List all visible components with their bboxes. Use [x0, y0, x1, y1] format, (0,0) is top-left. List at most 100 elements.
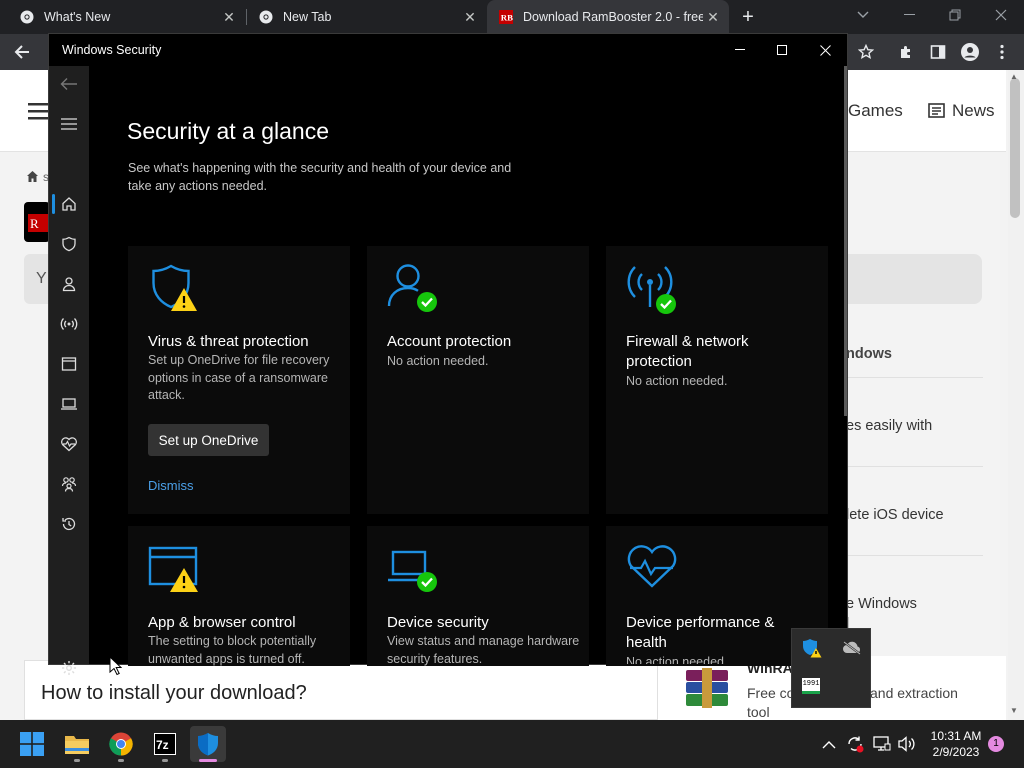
winrar-icon [684, 668, 730, 713]
setup-onedrive-button[interactable]: Set up OneDrive [148, 424, 269, 456]
wireless-icon[interactable] [49, 306, 89, 342]
history-icon[interactable] [49, 506, 89, 542]
show-hidden-icons-chevron[interactable] [822, 737, 836, 755]
browser-tab-new-tab[interactable]: New Tab ✕ [239, 0, 486, 34]
security-scrollbar[interactable] [844, 66, 847, 416]
page-title: Security at a glance [127, 118, 330, 144]
card-desc: No action needed. [387, 354, 489, 368]
nav-news-link[interactable]: News [952, 101, 995, 121]
svg-text:7z: 7z [156, 738, 169, 752]
card-title: Device performance & health [626, 614, 775, 651]
clock-date[interactable]: 2/9/2023 [926, 745, 986, 759]
page-subtitle: See what's happening with the security a… [128, 161, 512, 193]
sidebar-item-1[interactable]: es easily with [846, 418, 932, 434]
person-check-icon [387, 262, 439, 319]
window-title: Windows Security [62, 43, 162, 57]
side-panel-icon[interactable] [922, 34, 954, 70]
clock-time[interactable]: 10:31 AM [926, 729, 986, 743]
file-explorer-icon[interactable] [59, 726, 95, 762]
browser-warning-icon [148, 544, 200, 599]
antenna-check-icon [626, 262, 678, 319]
active-indicator [199, 759, 217, 762]
security-tray-warning-icon[interactable] [802, 638, 822, 663]
card-title: Firewall & network protection [626, 333, 749, 370]
heart-pulse-large-icon [626, 544, 678, 595]
browser-tab-whats-new[interactable]: What's New ✕ [0, 0, 245, 34]
winrar-desc-right: and extraction [870, 685, 958, 701]
rambooster-logo: R [24, 202, 50, 242]
sidebar-item-2[interactable]: lete iOS device [846, 507, 944, 523]
home-icon[interactable] [49, 186, 89, 222]
sidebar-section-heading: ndows [846, 346, 892, 362]
card-title: Virus & threat protection [148, 333, 309, 350]
scroll-up-arrow-icon[interactable]: ▲ [1010, 72, 1018, 81]
tab-search-chevron-icon[interactable] [840, 0, 886, 30]
chrome-icon [259, 10, 273, 24]
search-placeholder-fragment: Y [36, 270, 47, 287]
windows-security-icon[interactable] [190, 726, 226, 762]
news-icon [928, 102, 945, 124]
rambooster-tray-icon[interactable]: 1991 [802, 678, 820, 694]
person-icon[interactable] [49, 266, 89, 302]
profile-avatar-icon[interactable] [954, 34, 986, 70]
app-browser-icon[interactable] [49, 346, 89, 382]
page-scroll-thumb[interactable] [1010, 78, 1020, 218]
close-tab-icon[interactable]: ✕ [703, 9, 723, 26]
card-desc: Set up OneDrive for file recovery option… [148, 353, 330, 402]
site-hamburger-icon[interactable] [28, 102, 50, 125]
laptop-icon[interactable] [49, 386, 89, 422]
tab-title: What's New [44, 10, 111, 24]
svg-text:RB: RB [501, 13, 513, 23]
minimize-browser-icon[interactable] [886, 0, 932, 30]
close-browser-icon[interactable] [978, 0, 1024, 30]
security-nav-rail [49, 66, 89, 675]
card-desc: The setting to block potentially unwante… [148, 634, 317, 666]
settings-gear-icon[interactable] [49, 650, 89, 686]
menu-icon[interactable] [49, 106, 89, 142]
home-breadcrumb-icon[interactable] [26, 170, 39, 188]
family-icon[interactable] [49, 466, 89, 502]
chrome-icon[interactable] [103, 726, 139, 762]
cloud-offline-icon[interactable] [842, 640, 862, 661]
close-tab-icon[interactable]: ✕ [460, 9, 480, 26]
svg-text:R: R [30, 216, 39, 231]
running-indicator [74, 759, 80, 762]
heart-pulse-icon[interactable] [49, 426, 89, 462]
winrar-desc: Free co [747, 685, 795, 701]
scroll-down-arrow-icon[interactable]: ▼ [1010, 706, 1018, 715]
dismiss-link[interactable]: Dismiss [148, 478, 194, 493]
window-titlebar[interactable]: Windows Security [49, 34, 847, 66]
notification-badge[interactable]: 1 [988, 736, 1004, 752]
shield-icon[interactable] [49, 226, 89, 262]
close-window-icon[interactable] [803, 34, 847, 66]
shield-warning-icon [148, 264, 200, 319]
back-icon[interactable] [6, 34, 38, 70]
new-tab-button[interactable]: + [735, 5, 761, 29]
7zip-icon[interactable]: 7z [147, 726, 183, 762]
mouse-cursor-icon [109, 655, 123, 681]
card-desc: View status and manage hardware security… [387, 634, 580, 666]
maximize-window-icon[interactable] [761, 34, 803, 66]
winrar-desc-2: tool [747, 704, 770, 720]
windows-start-icon[interactable] [14, 726, 50, 762]
card-title: App & browser control [148, 614, 296, 631]
sidebar-item-3[interactable]: e Windows [846, 596, 917, 612]
chrome-menu-icon[interactable] [986, 34, 1018, 70]
minimize-window-icon[interactable] [719, 34, 761, 66]
browser-tab-rambooster[interactable]: RB Download RamBooster 2.0 - free ✕ [487, 0, 729, 34]
volume-icon[interactable] [898, 736, 916, 757]
nav-games-link[interactable]: Games [848, 101, 903, 121]
card-title: Account protection [387, 333, 512, 350]
tab-title: New Tab [283, 10, 332, 24]
card-desc: No action needed. [626, 374, 728, 388]
running-indicator [162, 759, 168, 762]
close-tab-icon[interactable]: ✕ [219, 9, 239, 26]
network-icon[interactable] [873, 736, 891, 757]
bookmark-star-icon[interactable] [850, 34, 882, 70]
sync-icon[interactable] [846, 735, 864, 758]
extensions-puzzle-icon[interactable] [890, 34, 922, 70]
windows-security-window: Windows Security Security at a glance Se… [48, 33, 848, 675]
restore-browser-icon[interactable] [932, 0, 978, 30]
chrome-icon [20, 10, 34, 24]
back-arrow-icon[interactable] [49, 66, 89, 102]
